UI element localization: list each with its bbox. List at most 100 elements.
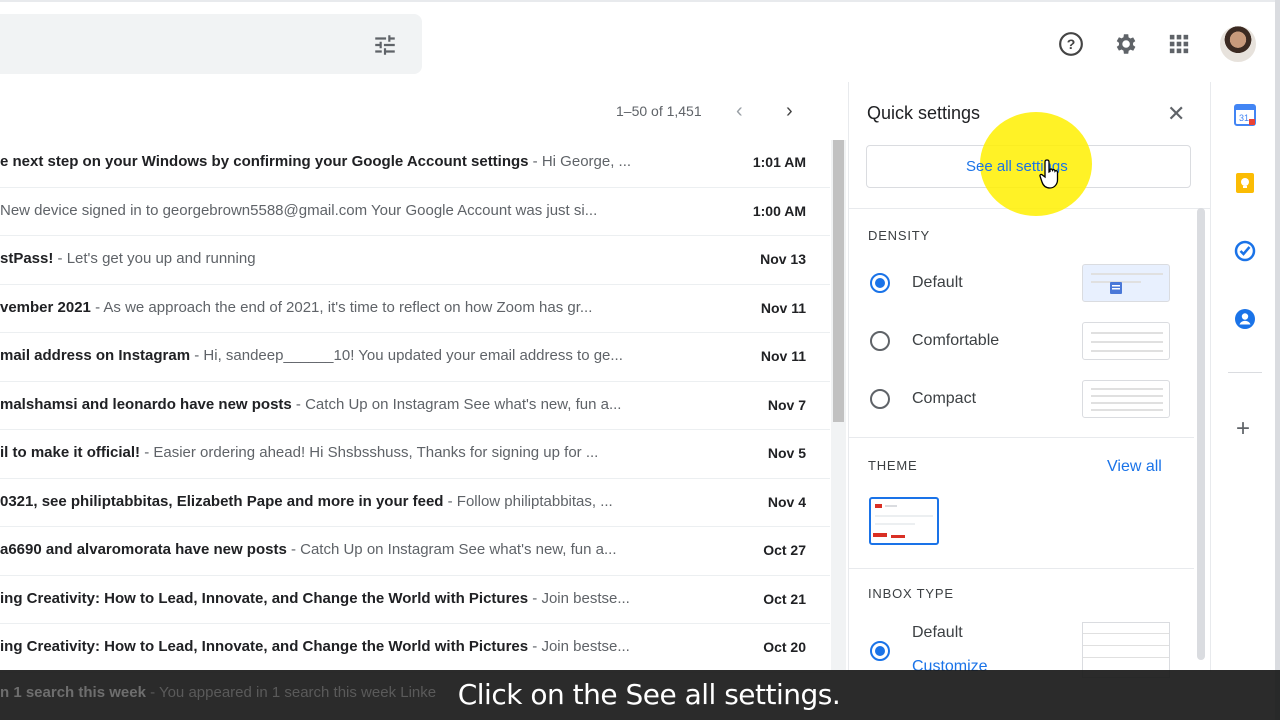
view-all-themes-link[interactable]: View all — [1107, 458, 1162, 476]
email-row[interactable]: stPass! - Let's get you up and running No… — [0, 236, 830, 285]
email-snippet: - Catch Up on Instagram See what's new, … — [291, 395, 622, 413]
svg-text:?: ? — [1067, 36, 1076, 52]
density-preview-comfortable — [1082, 322, 1170, 360]
email-row[interactable]: mail address on Instagram - Hi, sandeep_… — [0, 333, 830, 382]
video-caption-bar: n 1 search this week - You appeared in 1… — [0, 670, 1280, 720]
density-preview-default — [1082, 264, 1170, 302]
email-line: mail address on Instagram - Hi, sandeep_… — [0, 347, 700, 364]
density-option-label: Comfortable — [912, 332, 1000, 349]
email-row[interactable]: ing Creativity: How to Lead, Innovate, a… — [0, 576, 830, 624]
email-date: Nov 5 — [767, 445, 806, 461]
email-row[interactable]: vember 2021 - As we approach the end of … — [0, 285, 830, 333]
email-row[interactable]: malshamsi and leonardo have new posts - … — [0, 382, 830, 430]
divider — [849, 437, 1194, 438]
email-snippet: New device signed in to georgebrown5588@… — [0, 201, 598, 219]
email-line: malshamsi and leonardo have new posts - … — [0, 396, 700, 413]
quick-settings-scrollbar[interactable] — [1197, 208, 1205, 660]
add-addon-button[interactable]: + — [1236, 415, 1250, 443]
pagination-count: 1–50 of 1,451 — [616, 103, 702, 119]
inbox-type-label: Default — [912, 624, 963, 641]
email-snippet: - Join bestse... — [528, 589, 630, 607]
email-row[interactable]: il to make it official! - Easier orderin… — [0, 430, 830, 479]
help-icon[interactable]: ? — [1057, 30, 1085, 58]
email-snippet: - Easier ordering ahead! Hi Shsbsshuss, … — [140, 444, 599, 461]
email-date: Oct 21 — [763, 590, 806, 607]
search-bar[interactable] — [0, 14, 422, 74]
email-line: stPass! - Let's get you up and running — [0, 250, 700, 267]
email-snippet: - As we approach the end of 2021, it's t… — [90, 298, 593, 316]
radio-selected[interactable] — [870, 641, 890, 661]
email-snippet: - Hi, sandeep______10! You updated your … — [190, 347, 623, 364]
email-row[interactable]: 0321, see philiptabbitas, Elizabeth Pape… — [0, 479, 830, 527]
email-row[interactable]: e next step on your Windows by confirmin… — [0, 139, 830, 188]
caption-text: Click on the See all settings. — [457, 678, 841, 711]
keep-icon[interactable] — [1234, 172, 1256, 194]
radio-unselected[interactable] — [870, 389, 890, 409]
email-snippet: - Catch Up on Instagram See what's new, … — [286, 541, 617, 558]
email-date: 1:01 AM — [752, 154, 806, 170]
email-snippet: - Join bestse... — [528, 638, 630, 655]
email-date: Nov 11 — [760, 299, 806, 316]
email-date: Oct 20 — [763, 639, 806, 655]
email-date: Nov 11 — [760, 348, 806, 364]
email-list: e next step on your Windows by confirmin… — [0, 139, 830, 673]
calendar-day: 31 — [1239, 113, 1249, 123]
email-line: vember 2021 - As we approach the end of … — [0, 299, 700, 316]
email-subject: 0321, see philiptabbitas, Elizabeth Pape… — [0, 492, 444, 510]
avatar[interactable] — [1218, 24, 1258, 64]
email-subject: ing Creativity: How to Lead, Innovate, a… — [0, 589, 529, 607]
close-icon[interactable]: ✕ — [1167, 101, 1185, 127]
gear-icon[interactable] — [1111, 30, 1139, 58]
email-line: New device signed in to georgebrown5588@… — [0, 202, 700, 219]
hand-cursor-icon — [1039, 159, 1059, 189]
density-option-label: Default — [912, 274, 963, 291]
window-edge — [1275, 0, 1280, 720]
list-scrollbar-thumb[interactable] — [833, 140, 844, 422]
divider — [1228, 372, 1262, 373]
email-date: Nov 13 — [760, 251, 806, 267]
email-snippet: - Let's get you up and running — [53, 250, 256, 267]
density-preview-compact — [1082, 380, 1170, 418]
email-row[interactable]: ing Creativity: How to Lead, Innovate, a… — [0, 624, 830, 673]
email-subject: il to make it official! — [0, 444, 141, 461]
side-panel: 31 + — [1210, 82, 1275, 672]
email-date: Nov 7 — [767, 396, 806, 413]
email-line: ing Creativity: How to Lead, Innovate, a… — [0, 590, 700, 607]
apps-grid-icon[interactable] — [1165, 30, 1193, 58]
radio-unselected[interactable] — [870, 331, 890, 351]
radio-selected[interactable] — [870, 273, 890, 293]
pagination: 1–50 of 1,451 ‹ › — [600, 96, 830, 126]
theme-thumbnail[interactable] — [869, 497, 939, 545]
theme-heading: THEME — [868, 458, 918, 473]
chevron-left-icon[interactable]: ‹ — [736, 100, 743, 123]
email-date: 1:00 AM — [752, 202, 806, 219]
email-subject: stPass! — [0, 250, 54, 267]
email-subject: malshamsi and leonardo have new posts — [0, 395, 292, 413]
calendar-icon[interactable]: 31 — [1234, 104, 1256, 126]
email-line: a6690 and alvaromorata have new posts - … — [0, 541, 700, 558]
list-scrollbar[interactable] — [831, 140, 846, 670]
quick-settings-title: Quick settings — [867, 103, 981, 123]
inbox-type-heading: INBOX TYPE — [868, 586, 954, 601]
email-date: Oct 27 — [763, 542, 806, 558]
chevron-right-icon[interactable]: › — [786, 100, 793, 123]
top-bar: ? — [0, 0, 1280, 82]
density-option-label: Compact — [912, 390, 977, 407]
email-row[interactable]: a6690 and alvaromorata have new posts - … — [0, 527, 830, 576]
email-subject: a6690 and alvaromorata have new posts — [0, 541, 287, 558]
contacts-icon[interactable] — [1234, 308, 1256, 330]
tune-icon[interactable] — [372, 32, 398, 58]
email-subject: ing Creativity: How to Lead, Innovate, a… — [0, 638, 529, 655]
tasks-icon[interactable] — [1234, 240, 1256, 262]
email-line: ing Creativity: How to Lead, Innovate, a… — [0, 638, 700, 655]
email-subject: e next step on your Windows by confirmin… — [0, 153, 529, 170]
email-row[interactable]: New device signed in to georgebrown5588@… — [0, 188, 830, 236]
email-snippet: - Follow philiptabbitas, ... — [443, 492, 613, 510]
email-subject: vember 2021 — [0, 298, 91, 316]
email-line: 0321, see philiptabbitas, Elizabeth Pape… — [0, 493, 700, 510]
email-line: e next step on your Windows by confirmin… — [0, 153, 700, 170]
email-subject: mail address on Instagram — [0, 347, 191, 364]
email-date: Nov 4 — [767, 493, 806, 510]
email-snippet: - Hi George, ... — [528, 153, 632, 170]
email-line: il to make it official! - Easier orderin… — [0, 444, 700, 461]
